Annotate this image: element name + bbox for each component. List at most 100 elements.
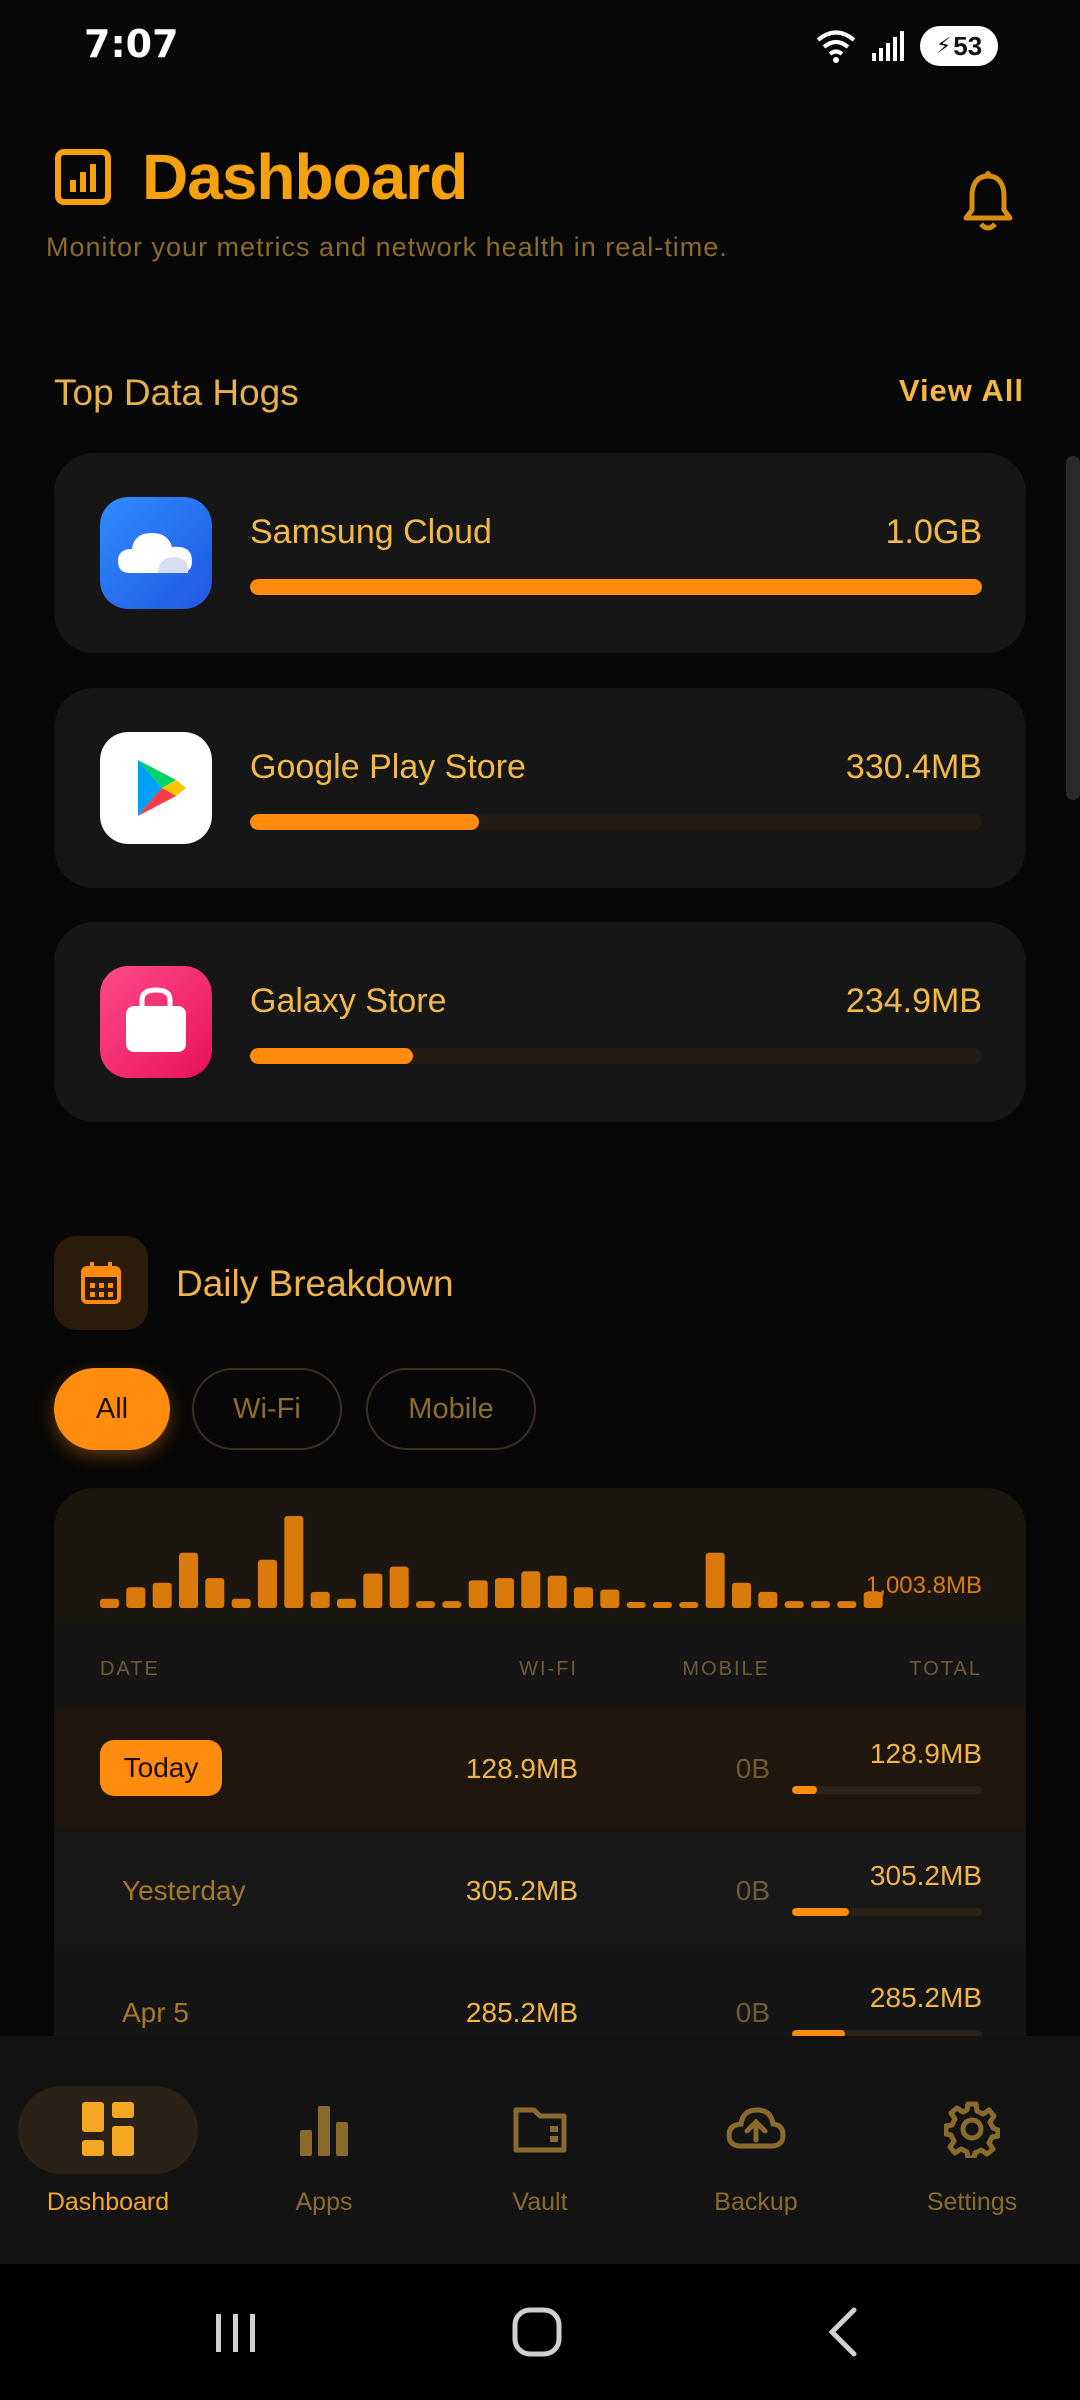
calendar-icon xyxy=(81,1262,121,1304)
sparkline-bar xyxy=(732,1582,751,1608)
hog-name: Samsung Cloud xyxy=(250,513,492,551)
hog-usage-bar xyxy=(250,579,982,595)
sparkline-bar xyxy=(758,1591,778,1608)
status-time: 7:07 xyxy=(84,22,179,66)
row-total-fill xyxy=(792,1908,849,1916)
sparkline-bar xyxy=(653,1602,672,1608)
galaxy-store-icon xyxy=(100,966,212,1078)
row-total-value: 128.9MB xyxy=(869,1738,982,1769)
nav-item-apps[interactable]: Apps xyxy=(216,2036,432,2264)
row-mobile-value: 0B xyxy=(735,1875,770,1906)
bar-chart-icon xyxy=(300,2106,348,2156)
hog-size: 330.4MB xyxy=(845,748,982,786)
hog-card-samsung-cloud[interactable]: Samsung Cloud 1.0GB xyxy=(54,453,1026,653)
table-row[interactable]: Yesterday 305.2MB 0B 305.2MB xyxy=(54,1830,1026,1950)
sparkline-bar xyxy=(258,1559,277,1608)
recent-apps-icon[interactable] xyxy=(206,2304,266,2360)
filter-all-chip[interactable]: All xyxy=(54,1368,170,1450)
dashboard-icon xyxy=(82,2102,134,2156)
sparkline-bar xyxy=(284,1516,304,1608)
sparkline-bar xyxy=(521,1571,541,1608)
row-wifi-value: 305.2MB xyxy=(465,1875,578,1906)
page-subtitle: Monitor your metrics and network health … xyxy=(46,232,728,262)
wifi-icon xyxy=(816,30,856,63)
sparkline-bar xyxy=(205,1578,225,1608)
sparkline-bar xyxy=(179,1552,198,1608)
notification-bell-icon[interactable] xyxy=(958,170,1018,234)
nav-label: Backup xyxy=(714,2188,798,2216)
daily-table-card: 1,003.8MB DATE WI-FI MOBILE TOTAL Today … xyxy=(54,1488,1026,2048)
sparkline-bar xyxy=(495,1578,514,1608)
sparkline-bar xyxy=(442,1601,462,1608)
back-icon[interactable] xyxy=(816,2304,876,2360)
sparkline-bar xyxy=(705,1552,725,1608)
hog-card-google-play[interactable]: Google Play Store 330.4MB xyxy=(54,688,1026,888)
system-navigation-bar xyxy=(0,2264,1080,2400)
battery-indicator: ⚡ 53 xyxy=(920,26,998,66)
row-wifi-value: 285.2MB xyxy=(465,1997,578,2028)
nav-label: Dashboard xyxy=(46,2188,170,2216)
page-title: Dashboard xyxy=(142,141,468,213)
calendar-icon-box xyxy=(54,1236,148,1330)
nav-item-vault[interactable]: Vault xyxy=(432,2036,648,2264)
sparkline-bar xyxy=(337,1598,356,1608)
row-total-value: 285.2MB xyxy=(869,1982,982,2013)
row-total-bar xyxy=(792,1908,982,1916)
daily-breakdown-title: Daily Breakdown xyxy=(176,1263,454,1304)
column-header-total: TOTAL xyxy=(909,1658,982,1680)
scrollbar-thumb[interactable] xyxy=(1066,456,1080,800)
top-data-hogs-title: Top Data Hogs xyxy=(54,372,299,413)
nav-label: Apps xyxy=(295,2188,353,2216)
analytics-icon xyxy=(55,149,111,205)
table-row[interactable]: Apr 5 285.2MB 0B 285.2MB xyxy=(54,1952,1026,2048)
status-bar: 7:07 ⚡ 53 xyxy=(0,0,1080,95)
status-icons: ⚡ 53 xyxy=(816,26,998,66)
hog-size: 1.0GB xyxy=(885,513,982,551)
nav-item-settings[interactable]: Settings xyxy=(864,2036,1080,2264)
charging-bolt-icon: ⚡ xyxy=(935,33,952,58)
home-icon[interactable] xyxy=(508,2304,568,2360)
hog-name: Galaxy Store xyxy=(250,982,447,1020)
sparkline-bar xyxy=(363,1573,383,1608)
sparkline-bar xyxy=(574,1587,593,1608)
hog-size: 234.9MB xyxy=(845,982,982,1020)
hog-usage-fill xyxy=(250,579,982,595)
column-header-date: DATE xyxy=(100,1658,160,1680)
sparkline-bar xyxy=(100,1598,119,1608)
sparkline-bar xyxy=(310,1591,330,1608)
row-mobile-value: 0B xyxy=(735,1997,770,2028)
nav-label: Settings xyxy=(926,2188,1018,2216)
column-header-wifi: WI-FI xyxy=(519,1658,578,1680)
column-header-mobile: MOBILE xyxy=(682,1658,770,1680)
daily-usage-sparkline xyxy=(100,1516,883,1608)
view-all-link[interactable]: View All xyxy=(899,373,1024,409)
row-wifi-value: 128.9MB xyxy=(465,1753,578,1784)
sparkline-bar xyxy=(468,1580,488,1608)
sparkline-bar xyxy=(837,1601,857,1608)
nav-label: Vault xyxy=(512,2188,568,2216)
hog-card-galaxy-store[interactable]: Galaxy Store 234.9MB xyxy=(54,922,1026,1122)
nav-item-dashboard[interactable]: Dashboard xyxy=(0,2036,216,2264)
row-date: Apr 5 xyxy=(122,1997,189,2028)
sparkline-bar xyxy=(626,1602,646,1608)
sparkline-bar xyxy=(784,1601,804,1608)
table-row-today[interactable]: Today 128.9MB 0B 128.9MB xyxy=(54,1708,1026,1828)
row-date: Yesterday xyxy=(122,1875,246,1906)
sparkline-bar xyxy=(811,1601,830,1608)
battery-level: 53 xyxy=(953,30,983,61)
hog-usage-fill xyxy=(250,814,480,830)
google-play-icon xyxy=(100,732,212,844)
row-total-value: 305.2MB xyxy=(869,1860,982,1891)
sparkline-bar xyxy=(231,1598,251,1608)
settings-gear-icon xyxy=(944,2101,1000,2158)
filter-wifi-chip[interactable]: Wi-Fi xyxy=(192,1368,342,1450)
sparkline-bar xyxy=(679,1602,699,1608)
hog-usage-fill xyxy=(250,1048,413,1064)
row-total-bar xyxy=(792,1786,982,1794)
nav-item-backup[interactable]: Backup xyxy=(648,2036,864,2264)
filter-mobile-chip[interactable]: Mobile xyxy=(366,1368,536,1450)
hog-usage-bar xyxy=(250,814,982,830)
samsung-cloud-icon xyxy=(100,497,212,609)
sparkline-bar xyxy=(600,1589,620,1608)
row-mobile-value: 0B xyxy=(735,1753,770,1784)
